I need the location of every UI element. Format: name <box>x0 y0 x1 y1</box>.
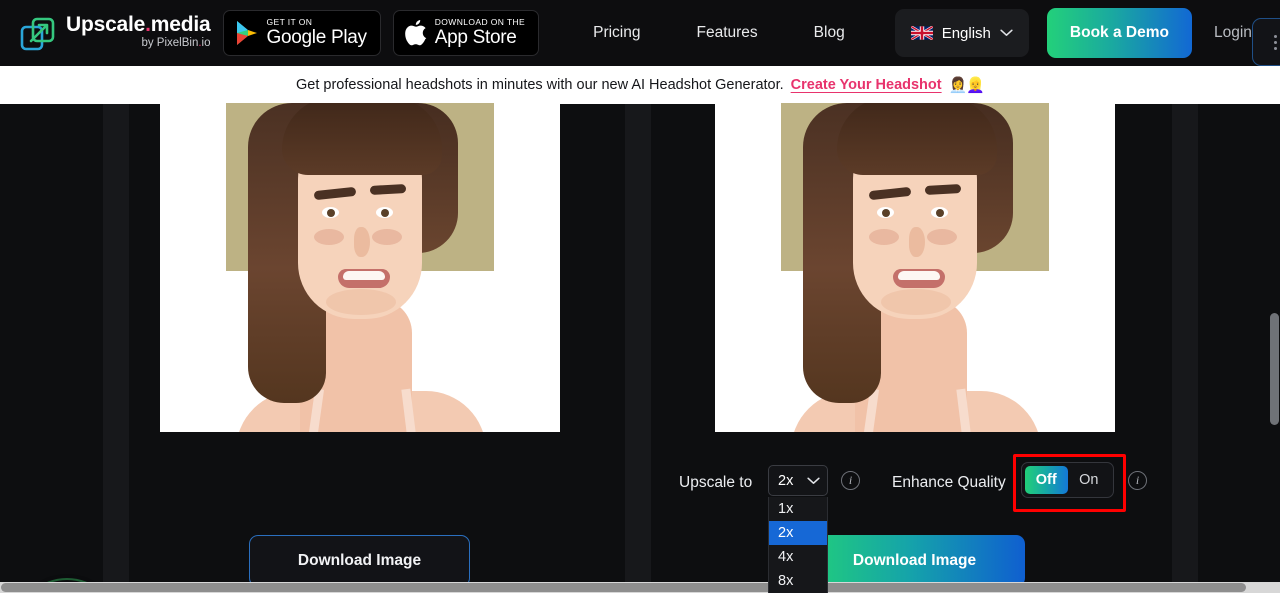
google-play-badge-bottom: Google Play <box>266 26 368 48</box>
upscaled-portrait-image <box>781 103 1049 432</box>
book-a-demo-button[interactable]: Book a Demo <box>1046 8 1192 58</box>
vertical-scrollbar-track[interactable] <box>1269 208 1280 593</box>
upscale-media-app: Upscale.media by PixelBin.io GET IT ON G… <box>0 0 1280 593</box>
brand-byline: by PixelBin.io <box>66 37 211 50</box>
brand-title: Upscale.media <box>66 14 211 35</box>
upscale-info-icon[interactable]: i <box>841 471 860 490</box>
brand-text: Upscale.media by PixelBin.io <box>66 14 211 50</box>
upscale-controls-row: Upscale to 2x 1x 2x 4x 8x i Enhance Qual… <box>0 454 1280 593</box>
chevron-down-icon <box>1000 29 1013 37</box>
upscale-factor-select[interactable]: 2x <box>768 465 828 496</box>
upscale-to-label: Upscale to <box>679 474 753 491</box>
announcement-banner: Get professional headshots in minutes wi… <box>0 66 1280 104</box>
brand-name-suffix: media <box>150 13 211 36</box>
horizontal-scrollbar-track[interactable] <box>0 582 1280 593</box>
original-portrait-image <box>226 103 494 432</box>
brand-logo-group[interactable]: Upscale.media by PixelBin.io <box>20 14 211 52</box>
byline-suffix: io <box>201 37 211 49</box>
download-upscaled-button[interactable]: Download Image <box>804 535 1025 587</box>
apple-icon <box>404 20 427 46</box>
kebab-slot <box>1252 9 1280 66</box>
app-store-badge[interactable]: Download on the App Store <box>392 10 540 56</box>
site-header: Upscale.media by PixelBin.io GET IT ON G… <box>0 0 1280 66</box>
upscale-factor-value: 2x <box>778 472 794 489</box>
upscale-factor-dropdown[interactable]: 1x 2x 4x 8x <box>768 497 828 593</box>
enhance-quality-label: Enhance Quality <box>892 474 1006 491</box>
upscale-option-2x[interactable]: 2x <box>769 521 827 545</box>
nav-item-features[interactable]: Features <box>669 24 786 42</box>
create-headshot-link[interactable]: Create Your Headshot <box>791 77 942 93</box>
announcement-text: Get professional headshots in minutes wi… <box>296 77 784 93</box>
brand-name-main: Upscale <box>66 13 146 36</box>
enhance-quality-toggle[interactable]: Off On <box>1021 462 1114 498</box>
byline-pre: by PixelBin <box>141 37 199 49</box>
image-comparison-stage: Upscale to 2x 1x 2x 4x 8x i Enhance Qual… <box>0 103 1280 593</box>
download-original-button[interactable]: Download Image <box>249 535 470 587</box>
enhance-toggle-on[interactable]: On <box>1068 466 1111 494</box>
original-image-panel[interactable] <box>160 103 560 432</box>
nav-item-pricing[interactable]: Pricing <box>565 24 668 42</box>
google-play-badge[interactable]: GET IT ON Google Play <box>222 10 381 56</box>
horizontal-scrollbar-thumb[interactable] <box>1 583 1246 592</box>
google-play-icon <box>236 21 257 45</box>
headshot-emoji: 👩‍💼👱‍♀️ <box>948 77 985 94</box>
uk-flag-icon <box>910 26 933 40</box>
login-link[interactable]: Login <box>1214 24 1252 42</box>
chevron-down-icon <box>807 477 820 484</box>
vertical-scrollbar-thumb[interactable] <box>1270 313 1279 425</box>
enhance-toggle-off[interactable]: Off <box>1025 466 1068 494</box>
nav-item-blog[interactable]: Blog <box>786 24 873 42</box>
upscale-option-8x[interactable]: 8x <box>769 569 827 593</box>
upscale-option-4x[interactable]: 4x <box>769 545 827 569</box>
enhance-info-icon[interactable]: i <box>1128 471 1147 490</box>
main-navigation: Pricing Features Blog <box>565 24 873 42</box>
app-store-badge-bottom: App Store <box>434 26 517 48</box>
language-selector[interactable]: English <box>894 9 1029 57</box>
language-label: English <box>941 24 991 42</box>
upscale-option-1x[interactable]: 1x <box>769 497 827 521</box>
kebab-menu-icon[interactable] <box>1252 18 1280 66</box>
upscaled-image-panel[interactable] <box>715 103 1115 432</box>
upscale-arrow-logo <box>20 17 55 51</box>
